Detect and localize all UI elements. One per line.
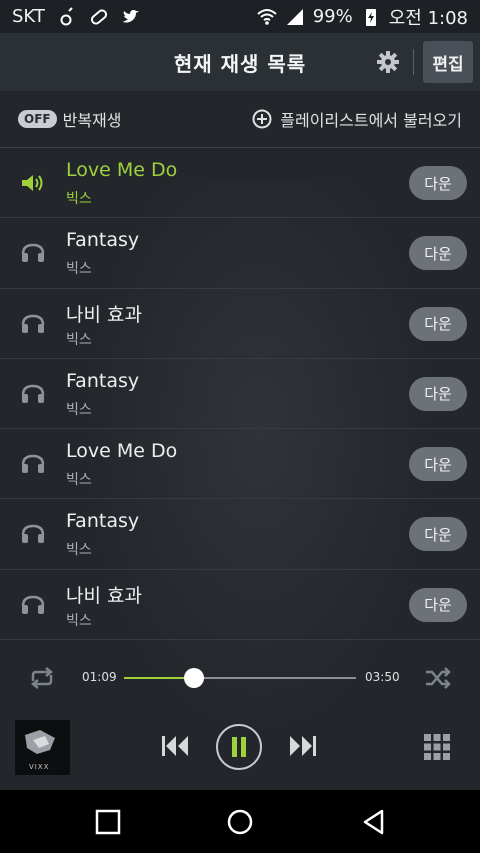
progress-bar: 01:09 03:50	[0, 658, 480, 698]
status-bar: SKT 99% 오전 1:08	[0, 0, 480, 33]
song-title: 나비 효과	[66, 303, 142, 326]
drag-handle-icon	[21, 595, 45, 614]
playlist-row[interactable]: 나비 효과 빅스 다운	[0, 570, 480, 641]
album-art[interactable]: VIXX	[15, 720, 70, 775]
playlist-row[interactable]: 나비 효과 빅스 다운	[0, 289, 480, 359]
playlist-row[interactable]: Fantasy 빅스 다운	[0, 359, 480, 430]
song-title: Fantasy	[66, 369, 140, 392]
repeat-icon[interactable]	[27, 667, 57, 689]
seek-track[interactable]	[124, 668, 356, 688]
back-icon[interactable]	[360, 808, 388, 836]
home-icon[interactable]	[226, 808, 254, 836]
previous-button[interactable]	[160, 734, 190, 758]
gear-icon	[377, 51, 399, 73]
drag-handle-icon	[21, 244, 45, 263]
recent-apps-icon[interactable]	[94, 808, 122, 836]
battery-icon	[365, 8, 376, 26]
header-divider	[413, 49, 414, 75]
add-circle-icon	[252, 109, 272, 129]
song-title: 나비 효과	[66, 584, 142, 607]
artist-name: 빅스	[66, 612, 92, 629]
song-title: Fantasy	[66, 229, 140, 252]
grid-menu-icon[interactable]	[424, 734, 450, 760]
shuffle-icon[interactable]	[424, 667, 452, 689]
download-button[interactable]: 다운	[409, 587, 467, 622]
options-bar: OFF 반복재생 플레이리스트에서 불러오기	[0, 91, 480, 148]
artist-name: 빅스	[66, 191, 92, 207]
drag-handle-icon	[21, 314, 45, 333]
carrier-label: SKT	[12, 6, 45, 27]
edit-button[interactable]: 편집	[423, 41, 473, 83]
twitter-icon	[122, 9, 139, 23]
drag-handle-icon	[21, 384, 45, 403]
song-title: Love Me Do	[66, 159, 178, 181]
total-time: 03:50	[365, 670, 400, 684]
elapsed-time: 01:09	[82, 670, 117, 684]
playlist-row[interactable]: Love Me Do 빅스 다운	[0, 429, 480, 500]
download-button[interactable]: 다운	[409, 306, 467, 341]
download-button[interactable]: 다운	[409, 376, 467, 411]
system-nav-bar	[0, 790, 480, 853]
player-controls: VIXX	[0, 698, 480, 790]
artist-name: 빅스	[66, 331, 92, 348]
settings-button[interactable]	[373, 47, 403, 77]
playlist: Love Me Do 빅스 다운 Fantasy 빅스 다운 나비 효과 빅스 …	[0, 148, 480, 658]
repeat-label: 반복재생	[62, 111, 122, 130]
artist-name: 빅스	[66, 472, 92, 489]
drag-handle-icon	[21, 454, 45, 474]
song-title: Love Me Do	[66, 440, 178, 463]
music-note-icon	[60, 6, 73, 25]
playlist-row[interactable]: Fantasy 빅스 다운	[0, 499, 480, 570]
playlist-row[interactable]: Love Me Do 빅스 다운	[0, 148, 480, 219]
clock: 오전 1:08	[388, 7, 468, 29]
load-playlist-label: 플레이리스트에서 불러오기	[280, 111, 462, 130]
playlist-row[interactable]: Fantasy 빅스 다운	[0, 218, 480, 289]
pause-button[interactable]	[216, 724, 262, 770]
wifi-icon	[257, 8, 277, 25]
load-playlist-button[interactable]: 플레이리스트에서 불러오기	[252, 107, 462, 131]
signal-icon	[286, 8, 303, 25]
album-art-text: VIXX	[29, 763, 50, 771]
download-button[interactable]: 다운	[409, 236, 467, 271]
page-title: 현재 재생 목록	[173, 51, 307, 76]
battery-percent: 99%	[312, 6, 353, 27]
seek-thumb[interactable]	[183, 668, 204, 688]
app-bar: 현재 재생 목록 편집	[0, 33, 480, 91]
download-button[interactable]: 다운	[409, 517, 467, 552]
song-title: Fantasy	[66, 510, 140, 533]
artist-name: 빅스	[66, 401, 92, 418]
artist-name: 빅스	[66, 261, 92, 278]
pill-icon	[90, 8, 107, 25]
next-button[interactable]	[288, 734, 318, 758]
download-button[interactable]: 다운	[409, 447, 467, 482]
drag-handle-icon	[21, 525, 45, 544]
repeat-toggle[interactable]: OFF	[18, 110, 57, 128]
pause-icon	[232, 737, 246, 757]
artist-name: 빅스	[66, 542, 92, 559]
speaker-icon	[22, 175, 43, 191]
download-button[interactable]: 다운	[409, 166, 467, 200]
